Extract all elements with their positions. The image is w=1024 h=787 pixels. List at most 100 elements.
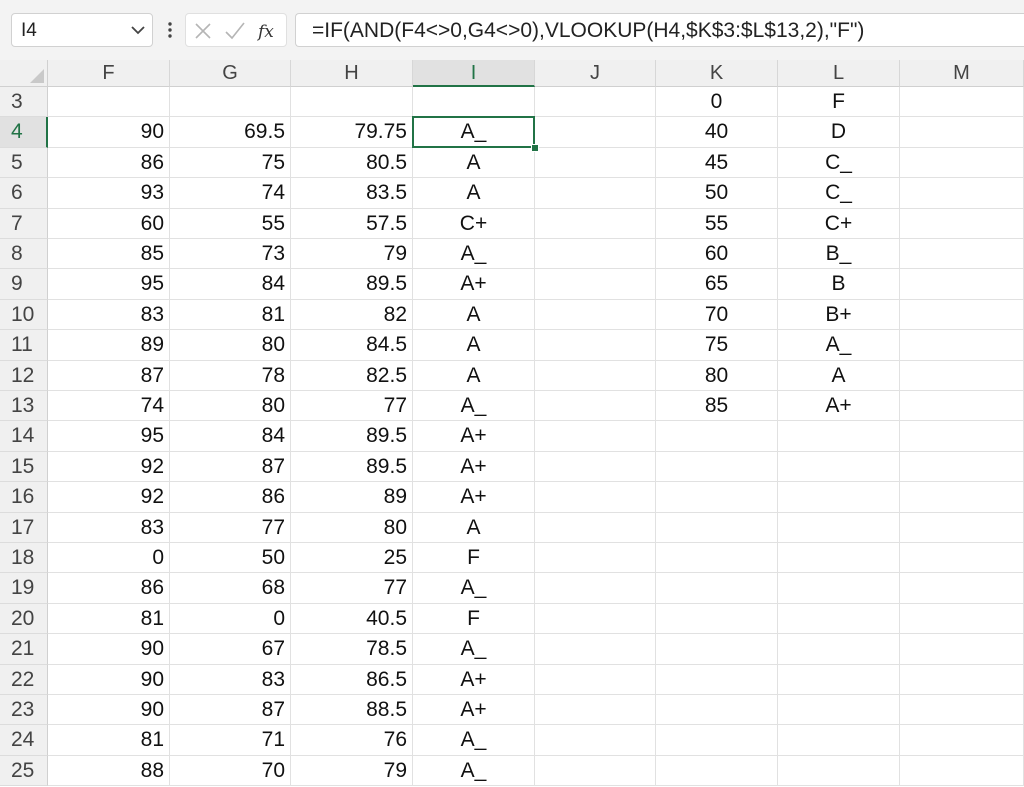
cell-k6[interactable]: 50: [656, 178, 778, 209]
cell-i8[interactable]: A_: [413, 239, 535, 270]
column-header-m[interactable]: M: [900, 60, 1024, 87]
cell-g15[interactable]: 87: [170, 451, 291, 483]
column-header-l[interactable]: L: [778, 60, 900, 87]
cell-k9[interactable]: 65: [656, 269, 778, 300]
cell-f12[interactable]: 87: [48, 360, 170, 391]
cell-m23[interactable]: [900, 695, 1024, 726]
cell-l25[interactable]: [778, 755, 900, 787]
cell-j17[interactable]: [535, 512, 656, 543]
cell-j19[interactable]: [535, 573, 656, 604]
insert-function-icon[interactable]: fx: [256, 18, 282, 44]
name-box[interactable]: I4: [11, 13, 153, 47]
cell-j11[interactable]: [535, 330, 656, 361]
cell-l19[interactable]: [778, 573, 900, 604]
cell-f25[interactable]: 88: [48, 755, 170, 787]
row-header-11[interactable]: 11: [0, 330, 48, 361]
cell-l11[interactable]: A_: [778, 330, 900, 361]
cell-j18[interactable]: [535, 543, 656, 574]
cell-f18[interactable]: 0: [48, 543, 170, 574]
cell-f20[interactable]: 81: [48, 603, 170, 635]
cell-g11[interactable]: 80: [170, 330, 291, 361]
cell-l13[interactable]: A+: [778, 391, 900, 422]
cell-m19[interactable]: [900, 573, 1024, 604]
row-header-17[interactable]: 17: [0, 512, 48, 543]
cell-h18[interactable]: 25: [291, 543, 413, 574]
cell-l8[interactable]: B_: [778, 239, 900, 270]
cell-j21[interactable]: [535, 634, 656, 665]
cell-f13[interactable]: 74: [48, 391, 170, 422]
cell-f4[interactable]: 90: [48, 117, 170, 148]
row-header-8[interactable]: 8: [0, 239, 48, 270]
cell-i22[interactable]: A+: [413, 664, 535, 695]
row-header-19[interactable]: 19: [0, 573, 48, 604]
cell-g14[interactable]: 84: [170, 421, 291, 452]
cell-g18[interactable]: 50: [170, 543, 291, 574]
cell-f16[interactable]: 92: [48, 482, 170, 513]
cell-h15[interactable]: 89.5: [291, 451, 413, 483]
cell-i17[interactable]: A: [413, 512, 535, 543]
check-icon[interactable]: [222, 18, 248, 44]
cell-f14[interactable]: 95: [48, 421, 170, 452]
cell-f22[interactable]: 90: [48, 664, 170, 695]
cell-i7[interactable]: C+: [413, 208, 535, 239]
cell-g8[interactable]: 73: [170, 239, 291, 270]
row-header-12[interactable]: 12: [0, 360, 48, 391]
cell-k19[interactable]: [656, 573, 778, 604]
cell-g17[interactable]: 77: [170, 512, 291, 543]
row-header-23[interactable]: 23: [0, 695, 48, 726]
cell-h4[interactable]: 79.75: [291, 117, 413, 148]
cell-h14[interactable]: 89.5: [291, 421, 413, 452]
close-icon[interactable]: [190, 18, 216, 44]
row-header-3[interactable]: 3: [0, 87, 48, 118]
cell-m15[interactable]: [900, 451, 1024, 483]
cell-f6[interactable]: 93: [48, 178, 170, 209]
cell-j3[interactable]: [535, 87, 656, 118]
cell-g3[interactable]: [170, 87, 291, 118]
cell-l4[interactable]: D: [778, 117, 900, 148]
cell-f7[interactable]: 60: [48, 208, 170, 239]
cell-g10[interactable]: 81: [170, 299, 291, 331]
cell-i12[interactable]: A: [413, 360, 535, 391]
cell-g12[interactable]: 78: [170, 360, 291, 391]
cell-i25[interactable]: A_: [413, 755, 535, 787]
cell-k25[interactable]: [656, 755, 778, 787]
cell-j13[interactable]: [535, 391, 656, 422]
row-header-22[interactable]: 22: [0, 664, 48, 695]
cell-j23[interactable]: [535, 695, 656, 726]
cell-k5[interactable]: 45: [656, 147, 778, 179]
cell-g6[interactable]: 74: [170, 178, 291, 209]
cell-k13[interactable]: 85: [656, 391, 778, 422]
cell-k23[interactable]: [656, 695, 778, 726]
cell-m10[interactable]: [900, 299, 1024, 331]
cell-m24[interactable]: [900, 725, 1024, 756]
row-header-5[interactable]: 5: [0, 147, 48, 179]
cell-i15[interactable]: A+: [413, 451, 535, 483]
cell-f10[interactable]: 83: [48, 299, 170, 331]
cell-h22[interactable]: 86.5: [291, 664, 413, 695]
row-header-25[interactable]: 25: [0, 755, 48, 787]
cell-j7[interactable]: [535, 208, 656, 239]
row-header-13[interactable]: 13: [0, 391, 48, 422]
row-header-15[interactable]: 15: [0, 451, 48, 483]
cell-f8[interactable]: 85: [48, 239, 170, 270]
cell-g5[interactable]: 75: [170, 147, 291, 179]
cell-l21[interactable]: [778, 634, 900, 665]
cell-i9[interactable]: A+: [413, 269, 535, 300]
cell-j4[interactable]: [535, 117, 656, 148]
cell-i23[interactable]: A+: [413, 695, 535, 726]
cell-g25[interactable]: 70: [170, 755, 291, 787]
cell-l9[interactable]: B: [778, 269, 900, 300]
cell-m13[interactable]: [900, 391, 1024, 422]
cell-g16[interactable]: 86: [170, 482, 291, 513]
cell-h23[interactable]: 88.5: [291, 695, 413, 726]
formula-text[interactable]: =IF(AND(F4<>0,G4<>0),VLOOKUP(H4,$K$3:$L$…: [312, 19, 864, 43]
cell-l20[interactable]: [778, 603, 900, 635]
cell-g23[interactable]: 87: [170, 695, 291, 726]
cell-f24[interactable]: 81: [48, 725, 170, 756]
cell-h25[interactable]: 79: [291, 755, 413, 787]
cell-i19[interactable]: A_: [413, 573, 535, 604]
cell-i16[interactable]: A+: [413, 482, 535, 513]
cell-l18[interactable]: [778, 543, 900, 574]
cell-l22[interactable]: [778, 664, 900, 695]
row-header-6[interactable]: 6: [0, 178, 48, 209]
